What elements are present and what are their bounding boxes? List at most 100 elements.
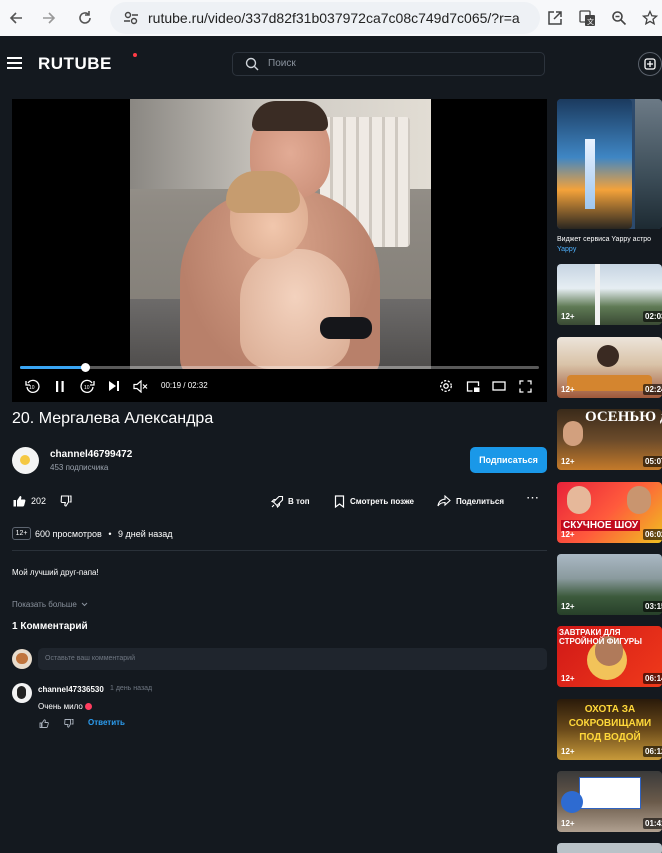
pause-button[interactable] (52, 378, 68, 394)
sidebar-age-badge: 12+ (561, 602, 575, 611)
sidebar-duration: 06:02 (643, 529, 662, 540)
reload-icon[interactable] (73, 6, 97, 30)
theater-mode-button[interactable] (491, 378, 507, 394)
yappy-source[interactable]: Yappy (557, 246, 576, 253)
next-button[interactable] (106, 378, 122, 394)
sidebar-duration: 06:14 (643, 673, 662, 684)
more-options-icon[interactable]: ⋯ (526, 490, 540, 506)
gear-icon (440, 380, 452, 392)
fullscreen-button[interactable] (517, 378, 533, 394)
to-top-button[interactable] (270, 494, 284, 508)
yappy-widget-thumbnail[interactable] (557, 99, 662, 229)
sidebar-video-1[interactable]: 12+ 02:03 (557, 264, 662, 325)
video-player[interactable]: 10 10 00:19 / 02:32 (12, 99, 547, 402)
comment-input[interactable]: Оставьте ваш комментарий (38, 648, 547, 670)
sidebar-duration: 02:24 (643, 384, 662, 395)
settings-button[interactable] (438, 378, 454, 394)
sidebar-duration: 02:03 (643, 311, 662, 322)
thumbs-up-icon (13, 496, 25, 507)
fullscreen-icon (518, 379, 532, 393)
pause-icon (56, 380, 64, 392)
open-in-app-icon[interactable] (543, 6, 567, 30)
miniplayer-button[interactable] (465, 378, 481, 394)
back-icon[interactable] (4, 6, 28, 30)
rewind-button[interactable]: 10 (24, 378, 40, 394)
zoom-icon[interactable] (607, 6, 631, 30)
rutube-logo[interactable]: RUTUBE (38, 54, 112, 74)
thumbs-down-icon (60, 495, 72, 507)
address-bar[interactable]: rutube.ru/video/337d82f31b037972ca7c08c7… (110, 2, 540, 34)
thumbs-down-icon (63, 719, 73, 728)
progress-fill (20, 366, 85, 369)
sidebar-video-5[interactable]: 12+ 03:15 (557, 554, 662, 615)
sidebar-duration: 05:07 (643, 456, 662, 467)
subscriber-count: 453 подписчика (50, 463, 109, 472)
sidebar-video-3[interactable]: ОСЕНЬЮ для богатого урожая 12+ 05:07 (557, 409, 662, 470)
subscribe-button[interactable]: Подписаться (470, 447, 547, 473)
rewind-seconds: 10 (29, 385, 35, 391)
video-frame (130, 99, 431, 369)
publish-date: 9 дней назад (118, 529, 173, 539)
search-placeholder: Поиск (268, 58, 296, 69)
age-rating-badge: 12+ (12, 527, 31, 540)
share-label[interactable]: Поделиться (456, 497, 504, 506)
stats-separator: • (108, 529, 112, 539)
svg-text:文: 文 (587, 17, 594, 26)
show-more-label: Показать больше (12, 600, 77, 609)
sidebar-duration: 01:41 (643, 818, 662, 829)
mute-button[interactable] (132, 378, 148, 394)
share-button[interactable] (437, 494, 451, 508)
comment-placeholder: Оставьте ваш комментарий (45, 655, 135, 662)
view-count: 600 просмотров (35, 529, 102, 539)
translate-icon[interactable]: 文 (575, 6, 599, 30)
forward-seconds: 10 (84, 385, 90, 391)
search-icon (245, 57, 259, 71)
sidebar-video-7[interactable]: ОХОТА ЗА СОКРОВИЩАМИ ПОД ВОДОЙ 12+ 06:12 (557, 699, 662, 760)
sidebar-age-badge: 12+ (561, 312, 575, 321)
progress-handle[interactable] (80, 363, 90, 372)
dislike-button[interactable] (59, 494, 73, 508)
watch-later-label[interactable]: Смотреть позже (350, 497, 414, 506)
bookmark-star-icon[interactable] (638, 6, 662, 30)
sidebar-overlay-text: ОСЕНЬЮ для богатого урожая (585, 409, 662, 425)
video-description: Мой лучший друг-папа! (12, 568, 99, 577)
forward-10-icon: 10 (79, 379, 95, 393)
next-icon (109, 381, 119, 391)
menu-icon[interactable] (7, 57, 22, 69)
upload-button[interactable] (638, 52, 662, 76)
sidebar-video-2[interactable]: 12+ 02:24 (557, 337, 662, 398)
search-input[interactable]: Поиск (232, 52, 545, 76)
reply-button[interactable]: Ответить (88, 718, 125, 727)
comment-like-button[interactable] (38, 718, 49, 729)
site-settings-icon[interactable] (122, 9, 140, 27)
forward-icon[interactable] (37, 6, 61, 30)
yappy-widget-title[interactable]: Виджет сервиса Yappy астро (557, 236, 651, 243)
like-button[interactable] (12, 494, 26, 508)
sidebar-video-9[interactable] (557, 843, 662, 853)
show-more-link[interactable]: Показать больше (12, 600, 88, 609)
channel-name[interactable]: channel46799472 (50, 449, 132, 460)
rocket-icon (270, 495, 283, 508)
sidebar-age-badge: 12+ (561, 674, 575, 683)
channel-avatar[interactable] (12, 447, 39, 474)
sidebar-age-badge: 12+ (561, 819, 575, 828)
sidebar-video-6[interactable]: ЗАВТРАКИ ДЛЯ СТРОЙНОЙ ФИГУРЫ 12+ 06:14 (557, 626, 662, 687)
bookmark-icon (334, 494, 344, 508)
comment-author[interactable]: channel47336530 (38, 685, 104, 694)
comment-avatar[interactable] (12, 683, 32, 703)
progress-bar[interactable] (20, 363, 539, 372)
sidebar-age-badge: 12+ (561, 530, 575, 539)
sidebar-overlay-text: ОХОТА ЗА СОКРОВИЩАМИ ПОД ВОДОЙ (568, 704, 652, 743)
sidebar-video-4[interactable]: СКУЧНОЕ ШОУ 12+ 06:02 (557, 482, 662, 543)
comment-dislike-button[interactable] (63, 718, 74, 729)
watch-later-button[interactable] (332, 494, 346, 508)
logo-dot (133, 53, 137, 57)
sidebar-overlay-text: ЗАВТРАКИ ДЛЯ СТРОЙНОЙ ФИГУРЫ (559, 628, 642, 646)
forward-10-button[interactable]: 10 (79, 378, 95, 394)
video-title: 20. Мергалева Александра (12, 410, 214, 427)
chevron-down-icon (81, 602, 88, 607)
to-top-label[interactable]: В топ (288, 497, 310, 506)
like-count: 202 (31, 496, 47, 506)
sidebar-video-8[interactable]: 12+ 01:41 (557, 771, 662, 832)
sidebar-duration: 03:15 (643, 601, 662, 612)
